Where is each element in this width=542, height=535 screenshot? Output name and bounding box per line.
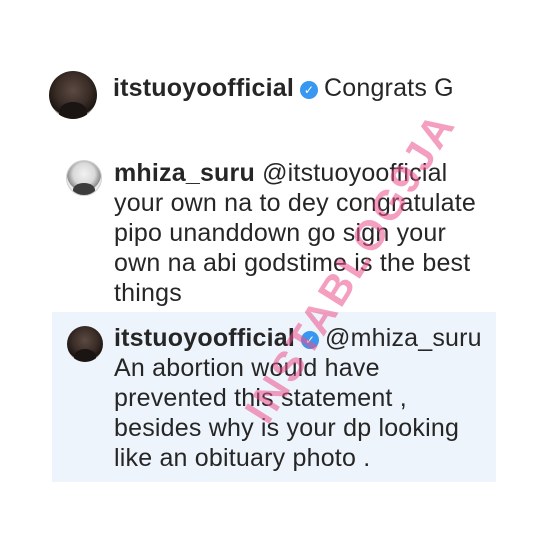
- comment-username[interactable]: itstuoyoofficial: [114, 324, 295, 352]
- comment-line: prevented this statement ,: [114, 384, 407, 412]
- avatar[interactable]: [67, 326, 103, 362]
- comment-header: mhiza_suru @itstuoyoofficial: [114, 158, 514, 188]
- verified-badge-icon: ✓: [300, 331, 319, 349]
- comment-username[interactable]: itstuoyoofficial: [113, 74, 294, 102]
- comment-line: like an obituary photo .: [114, 444, 371, 472]
- comment-line: pipo unanddown go sign your: [114, 219, 447, 247]
- avatar[interactable]: [66, 160, 102, 196]
- comment-line: An abortion would have: [114, 354, 380, 382]
- comment-line: besides why is your dp looking: [114, 414, 460, 442]
- comment-mention[interactable]: @itstuoyoofficial: [262, 159, 447, 187]
- comment-mention[interactable]: @mhiza_suru: [325, 324, 482, 352]
- avatar[interactable]: [49, 71, 97, 119]
- comment-line: own na abi godstime is the best: [114, 249, 471, 277]
- comment-line: your own na to dey congratulate: [114, 189, 476, 217]
- comment-line: things: [114, 279, 182, 307]
- comment-username[interactable]: mhiza_suru: [114, 159, 255, 187]
- comment-header: itstuoyoofficial ✓ @mhiza_suru: [114, 323, 494, 353]
- comment-text: Congrats G: [323, 74, 454, 102]
- verified-badge-icon: ✓: [299, 81, 318, 99]
